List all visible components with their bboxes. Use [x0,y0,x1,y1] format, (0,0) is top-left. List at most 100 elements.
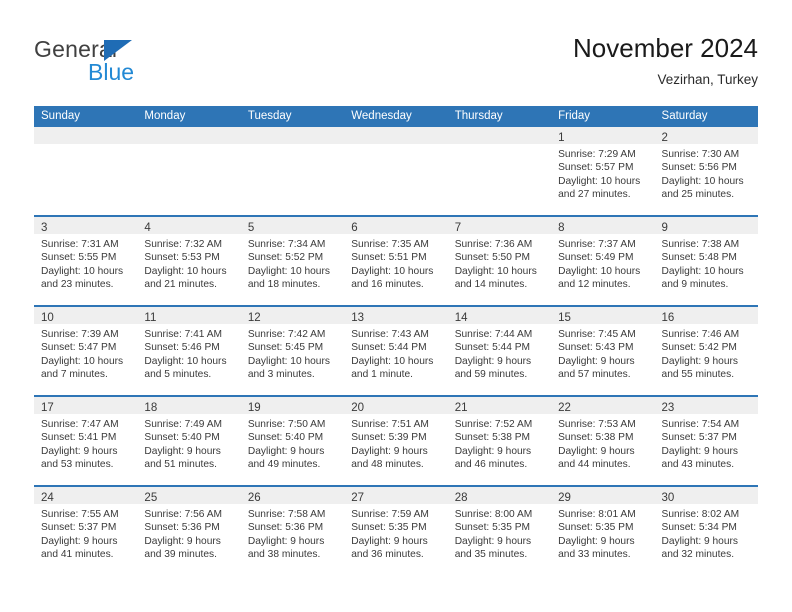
daylight-text: Daylight: 9 hours and 53 minutes. [41,445,118,471]
day-number: 15 [558,312,571,324]
sunset-text: Sunset: 5:44 PM [454,342,531,354]
day-cell-empty [344,127,448,216]
sunset-text: Sunset: 5:43 PM [558,342,634,354]
day-cell[interactable]: 26 Sunrise: 7:58 AM Sunset: 5:36 PM Dayl… [240,485,345,575]
day-number: 28 [454,492,468,504]
day-cell[interactable]: 17 Sunrise: 7:47 AM Sunset: 5:41 PM Dayl… [34,395,138,486]
day-cell[interactable]: 5 Sunrise: 7:34 AM Sunset: 5:52 PM Dayli… [240,215,345,306]
sunrise-text: Sunrise: 7:36 AM [454,239,533,250]
day-cell[interactable]: 8 Sunrise: 7:37 AM Sunset: 5:49 PM Dayli… [551,215,655,306]
daylight-text: Daylight: 9 hours and 44 minutes. [558,445,635,471]
day-cell[interactable]: 14 Sunrise: 7:44 AM Sunset: 5:44 PM Dayl… [447,305,552,396]
day-cell[interactable]: 12 Sunrise: 7:42 AM Sunset: 5:45 PM Dayl… [240,305,345,396]
page-title: November 2024 [573,33,758,63]
day-cell[interactable]: 20 Sunrise: 7:51 AM Sunset: 5:39 PM Dayl… [344,395,448,486]
daylight-text: Daylight: 9 hours and 36 minutes. [351,535,428,561]
day-cell[interactable]: 4 Sunrise: 7:32 AM Sunset: 5:53 PM Dayli… [137,215,241,306]
day-cell[interactable]: 25 Sunrise: 7:56 AM Sunset: 5:36 PM Dayl… [137,485,241,575]
day-number: 8 [558,222,565,234]
daylight-text: Daylight: 9 hours and 57 minutes. [558,355,635,381]
daylight-text: Daylight: 9 hours and 46 minutes. [454,445,532,471]
sunrise-text: Sunrise: 7:58 AM [247,509,326,520]
sunset-text: Sunset: 5:37 PM [41,522,117,534]
day-cell[interactable]: 27 Sunrise: 7:59 AM Sunset: 5:35 PM Dayl… [344,485,448,575]
day-cell[interactable]: 11 Sunrise: 7:41 AM Sunset: 5:46 PM Dayl… [137,305,241,396]
day-cell[interactable]: 13 Sunrise: 7:43 AM Sunset: 5:44 PM Dayl… [344,305,448,396]
sunset-text: Sunset: 5:36 PM [144,522,220,534]
day-number: 4 [144,222,151,234]
day-cell[interactable]: 16 Sunrise: 7:46 AM Sunset: 5:42 PM Dayl… [654,305,758,396]
sunset-text: Sunset: 5:50 PM [454,252,531,264]
weekday-header-wednesday: Wednesday [344,106,448,127]
calendar-week-row: 24 Sunrise: 7:55 AM Sunset: 5:37 PM Dayl… [34,485,758,575]
sunset-text: Sunset: 5:46 PM [144,342,220,354]
daylight-text: Daylight: 10 hours and 3 minutes. [247,355,330,381]
day-cell[interactable]: 1 Sunrise: 7:29 AM Sunset: 5:57 PM Dayli… [551,127,655,216]
sunrise-text: Sunrise: 7:59 AM [351,509,429,520]
day-number: 3 [41,222,48,234]
day-number: 19 [247,402,261,414]
sunrise-text: Sunrise: 7:52 AM [454,419,533,430]
day-cell[interactable]: 10 Sunrise: 7:39 AM Sunset: 5:47 PM Dayl… [34,305,138,396]
daylight-text: Daylight: 10 hours and 27 minutes. [558,175,641,201]
daylight-text: Daylight: 9 hours and 49 minutes. [247,445,325,471]
day-cell[interactable]: 18 Sunrise: 7:49 AM Sunset: 5:40 PM Dayl… [137,395,241,486]
day-number: 22 [558,402,571,414]
day-number: 20 [351,402,365,414]
day-cell[interactable]: 21 Sunrise: 7:52 AM Sunset: 5:38 PM Dayl… [447,395,552,486]
day-cell[interactable]: 3 Sunrise: 7:31 AM Sunset: 5:55 PM Dayli… [34,215,138,306]
sunset-text: Sunset: 5:36 PM [247,522,324,534]
sunset-text: Sunset: 5:51 PM [351,252,427,264]
weekday-header-monday: Monday [137,106,241,127]
day-number: 10 [41,312,54,324]
day-cell[interactable]: 2 Sunrise: 7:30 AM Sunset: 5:56 PM Dayli… [654,127,758,216]
sunrise-text: Sunrise: 8:00 AM [454,509,533,520]
daylight-text: Daylight: 9 hours and 33 minutes. [558,535,635,561]
daylight-text: Daylight: 10 hours and 7 minutes. [41,355,124,381]
day-number: 14 [454,312,468,324]
day-cell[interactable]: 19 Sunrise: 7:50 AM Sunset: 5:40 PM Dayl… [240,395,345,486]
sunset-text: Sunset: 5:45 PM [247,342,324,354]
brand-logo[interactable]: General Blue [34,36,214,88]
sunset-text: Sunset: 5:40 PM [144,432,220,444]
day-number: 6 [351,222,358,234]
daylight-text: Daylight: 9 hours and 55 minutes. [661,355,738,381]
day-number: 16 [661,312,675,324]
day-cell[interactable]: 24 Sunrise: 7:55 AM Sunset: 5:37 PM Dayl… [34,485,138,575]
calendar-week-row: 3 Sunrise: 7:31 AM Sunset: 5:55 PM Dayli… [34,215,758,306]
daylight-text: Daylight: 9 hours and 35 minutes. [454,535,532,561]
daylight-text: Daylight: 9 hours and 43 minutes. [661,445,738,471]
sunrise-text: Sunrise: 7:56 AM [144,509,223,520]
sunset-text: Sunset: 5:57 PM [558,162,634,174]
sunrise-text: Sunrise: 7:54 AM [661,419,740,430]
daylight-text: Daylight: 10 hours and 12 minutes. [558,265,641,291]
sunrise-text: Sunrise: 7:30 AM [661,149,740,160]
day-cell[interactable]: 6 Sunrise: 7:35 AM Sunset: 5:51 PM Dayli… [344,215,448,306]
sunrise-text: Sunrise: 7:45 AM [558,329,636,340]
sunrise-text: Sunrise: 7:53 AM [558,419,636,430]
sunset-text: Sunset: 5:49 PM [558,252,634,264]
day-cell[interactable]: 22 Sunrise: 7:53 AM Sunset: 5:38 PM Dayl… [551,395,655,486]
day-cell[interactable]: 7 Sunrise: 7:36 AM Sunset: 5:50 PM Dayli… [447,215,552,306]
day-cell[interactable]: 28 Sunrise: 8:00 AM Sunset: 5:35 PM Dayl… [447,485,552,575]
day-cell-empty [137,127,241,216]
daylight-text: Daylight: 9 hours and 59 minutes. [454,355,532,381]
sunset-text: Sunset: 5:47 PM [41,342,117,354]
day-cell[interactable]: 15 Sunrise: 7:45 AM Sunset: 5:43 PM Dayl… [551,305,655,396]
calendar-body: 1 Sunrise: 7:29 AM Sunset: 5:57 PM Dayli… [34,127,758,575]
sunset-text: Sunset: 5:42 PM [661,342,737,354]
day-cell[interactable]: 30 Sunrise: 8:02 AM Sunset: 5:34 PM Dayl… [654,485,758,575]
day-cell[interactable]: 23 Sunrise: 7:54 AM Sunset: 5:37 PM Dayl… [654,395,758,486]
daylight-text: Daylight: 9 hours and 51 minutes. [144,445,221,471]
sunrise-text: Sunrise: 7:44 AM [454,329,533,340]
day-number: 7 [454,222,462,234]
day-number: 26 [247,492,261,504]
sunset-text: Sunset: 5:40 PM [247,432,324,444]
sunset-text: Sunset: 5:48 PM [661,252,737,264]
sunset-text: Sunset: 5:39 PM [351,432,427,444]
sunrise-text: Sunrise: 7:31 AM [41,239,119,250]
day-cell[interactable]: 29 Sunrise: 8:01 AM Sunset: 5:35 PM Dayl… [551,485,655,575]
sunrise-text: Sunrise: 7:42 AM [247,329,326,340]
day-number: 17 [41,402,54,414]
day-cell[interactable]: 9 Sunrise: 7:38 AM Sunset: 5:48 PM Dayli… [654,215,758,306]
